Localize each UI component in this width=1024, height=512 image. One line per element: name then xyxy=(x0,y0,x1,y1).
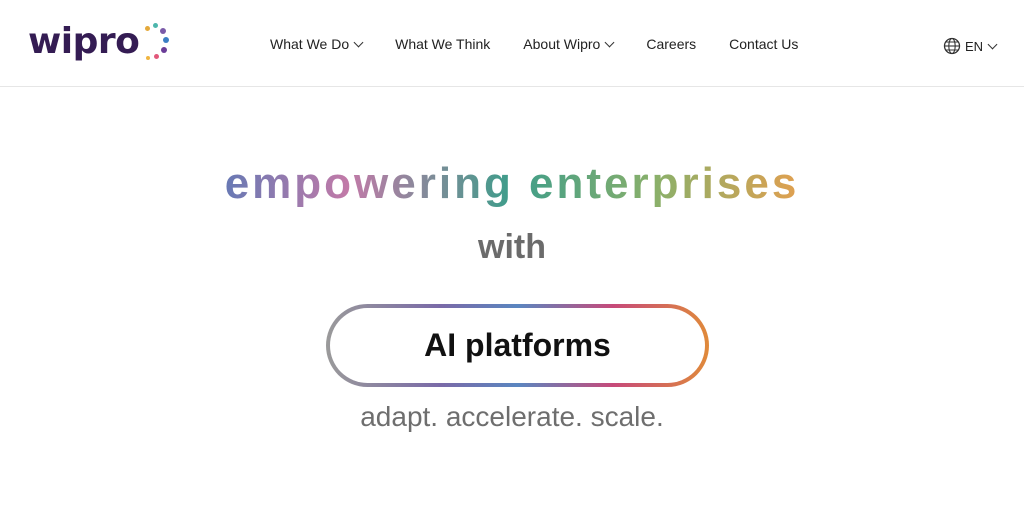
nav-label: About Wipro xyxy=(523,36,601,52)
hero-connector: with xyxy=(478,228,546,266)
nav-label: What We Do xyxy=(270,36,350,52)
nav-label: Contact Us xyxy=(729,36,799,52)
chevron-down-icon xyxy=(353,37,364,47)
hero-pill: AI platforms xyxy=(326,304,709,387)
hero-pill-text: AI platforms xyxy=(330,308,705,383)
globe-icon xyxy=(943,37,961,55)
nav-what-we-do[interactable]: What We Do xyxy=(270,36,364,52)
nav-contact-us[interactable]: Contact Us xyxy=(729,36,798,52)
wipro-logo[interactable]: wipro xyxy=(28,20,177,64)
hero-tagline: adapt. accelerate. scale. xyxy=(360,401,664,432)
language-label: EN xyxy=(965,38,984,54)
chevron-down-icon xyxy=(987,39,998,49)
language-selector[interactable]: EN xyxy=(943,37,998,55)
logo-dots-icon xyxy=(141,20,177,64)
main-nav: What We Do What We Think About Wipro Car… xyxy=(270,36,831,52)
nav-careers[interactable]: Careers xyxy=(646,36,696,52)
nav-what-we-think[interactable]: What We Think xyxy=(395,36,490,52)
nav-label: What We Think xyxy=(395,36,491,52)
chevron-down-icon xyxy=(604,37,615,47)
nav-about-wipro[interactable]: About Wipro xyxy=(523,36,615,52)
site-header: wipro What We Do What We Think About Wip… xyxy=(0,0,1024,87)
hero-headline: empowering enterprises xyxy=(0,158,1024,210)
nav-label: Careers xyxy=(646,36,697,52)
logo-wordmark: wipro xyxy=(28,21,140,62)
